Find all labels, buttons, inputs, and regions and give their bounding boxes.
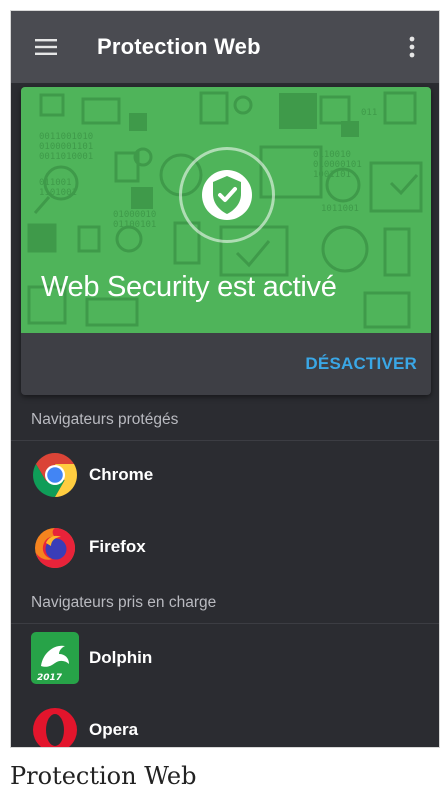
- browser-row-opera[interactable]: Opera: [11, 694, 439, 747]
- svg-text:011: 011: [361, 108, 377, 118]
- status-card: 0011001010 0100001101 0011010001 011001 …: [21, 87, 431, 395]
- svg-text:1101001: 1101001: [39, 188, 77, 198]
- svg-text:1001101: 1001101: [313, 170, 351, 180]
- screenshot-caption: Protection Web: [10, 762, 197, 790]
- shield-check-icon: [202, 170, 252, 220]
- browser-name: Dolphin: [89, 648, 153, 667]
- svg-text:01100101: 01100101: [113, 220, 156, 230]
- browser-row-dolphin[interactable]: 2017 Dolphin: [11, 622, 439, 694]
- protected-browsers-header: Navigateurs protégés: [11, 399, 439, 441]
- svg-text:0011010001: 0011010001: [39, 152, 93, 162]
- status-hero-banner: 0011001010 0100001101 0011010001 011001 …: [21, 87, 431, 333]
- svg-text:011001: 011001: [39, 178, 72, 188]
- svg-text:0011001010: 0011001010: [39, 132, 93, 142]
- status-card-actions: DÉSACTIVER: [21, 333, 431, 395]
- browser-name: Chrome: [89, 465, 154, 484]
- svg-text:1011001: 1011001: [321, 204, 359, 214]
- browser-name: Firefox: [89, 537, 146, 556]
- disable-protection-button[interactable]: DÉSACTIVER: [305, 354, 417, 374]
- app-title: Protection Web: [97, 34, 261, 59]
- app-window: Protection Web 0011001010 0100001101 001…: [10, 10, 440, 748]
- svg-text:010000101: 010000101: [313, 160, 362, 170]
- hamburger-menu-icon[interactable]: [11, 11, 81, 83]
- browser-row-firefox[interactable]: Firefox: [11, 511, 439, 583]
- svg-text:0100001101: 0100001101: [39, 142, 93, 152]
- chrome-icon: [31, 451, 79, 499]
- dolphin-badge-text: 2017: [37, 673, 63, 683]
- firefox-icon: [31, 523, 79, 571]
- browser-name: Opera: [89, 720, 139, 739]
- svg-text:01000010: 01000010: [113, 210, 156, 220]
- supported-browsers-header: Navigateurs pris en charge: [11, 582, 439, 624]
- svg-text:0110010: 0110010: [313, 150, 351, 160]
- shield-status-ring: [179, 147, 275, 243]
- opera-icon: [31, 706, 79, 747]
- browser-row-chrome[interactable]: Chrome: [11, 439, 439, 511]
- app-bar: Protection Web: [11, 11, 439, 83]
- protection-status-text: Web Security est activé: [41, 271, 337, 303]
- dolphin-icon: 2017: [31, 632, 79, 684]
- more-vertical-icon[interactable]: [385, 11, 439, 83]
